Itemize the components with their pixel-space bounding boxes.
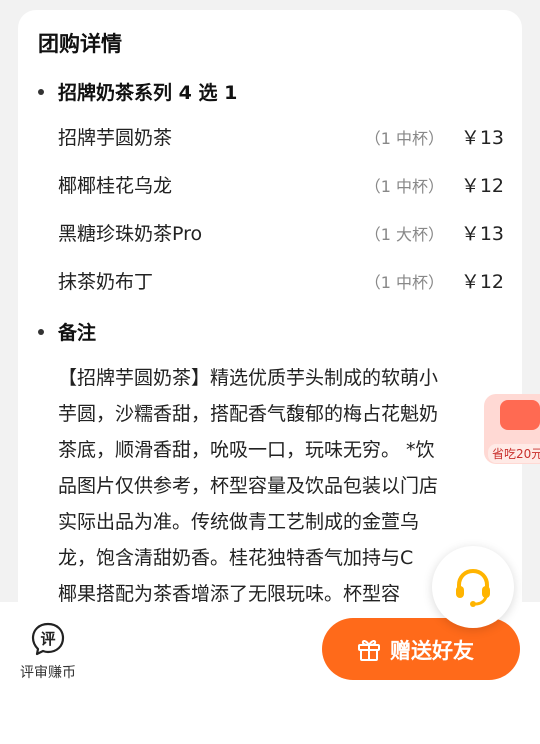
item-price: ￥13 bbox=[460, 127, 504, 149]
note-text: 【招牌芋圆奶茶】精选优质芋头制成的软萌小 芋圆，沙糯香甜，搭配香气馥郁的梅占花魁… bbox=[58, 360, 486, 612]
promo-text: 省吃20元 bbox=[488, 444, 540, 463]
item-quantity: （1 中杯） bbox=[364, 273, 444, 292]
list-item: 抹茶奶布丁 （1 中杯） ￥12 bbox=[58, 267, 504, 297]
set-heading-text: 招牌奶茶系列 4 选 1 bbox=[58, 82, 238, 104]
item-price: ￥12 bbox=[460, 271, 504, 293]
item-name: 抹茶奶布丁 bbox=[58, 271, 154, 293]
set-section-heading: 招牌奶茶系列 4 选 1 bbox=[38, 78, 237, 105]
item-price: ￥13 bbox=[460, 223, 504, 245]
note-line: 【招牌芋圆奶茶】精选优质芋头制成的软萌小 bbox=[58, 367, 439, 389]
item-name: 招牌芋圆奶茶 bbox=[58, 127, 173, 149]
item-quantity: （1 中杯） bbox=[364, 177, 444, 196]
review-earn-coins-button[interactable]: 评 评审赚币 bbox=[16, 622, 80, 682]
card-title: 团购详情 bbox=[38, 32, 122, 56]
promo-badge[interactable]: 省吃20元 bbox=[484, 394, 540, 464]
item-quantity: （1 中杯） bbox=[364, 129, 444, 148]
item-price: ￥12 bbox=[460, 175, 504, 197]
review-icon-glyph: 评 bbox=[40, 630, 55, 648]
red-envelope-icon bbox=[500, 400, 540, 430]
item-name: 椰椰桂花乌龙 bbox=[58, 175, 173, 197]
note-line: 茶底，顺滑香甜，吮吸一口，玩味无穷。 *饮 bbox=[58, 439, 435, 461]
item-name: 黑糖珍珠奶茶Pro bbox=[58, 223, 203, 245]
note-line: 实际出品为准。传统做青工艺制成的金萱乌 bbox=[58, 511, 420, 533]
chat-bubble-icon: 评 bbox=[31, 622, 65, 656]
review-label: 评审赚币 bbox=[20, 665, 76, 681]
note-line: 龙，饱含清甜奶香。桂花独特香气加持与C bbox=[58, 547, 414, 569]
note-line: 芋圆，沙糯香甜，搭配香气馥郁的梅占花魁奶 bbox=[58, 403, 439, 425]
gift-to-friend-button[interactable]: 赠送好友 bbox=[322, 618, 520, 680]
gift-icon bbox=[358, 639, 380, 661]
customer-service-button[interactable] bbox=[432, 546, 514, 628]
list-item: 黑糖珍珠奶茶Pro （1 大杯） ￥13 bbox=[58, 219, 504, 249]
note-heading-text: 备注 bbox=[58, 322, 97, 344]
headset-icon bbox=[456, 568, 490, 607]
bullet-dot bbox=[38, 329, 44, 335]
note-line: 品图片仅供参考，杯型容量及饮品包装以门店 bbox=[58, 475, 439, 497]
list-item: 招牌芋圆奶茶 （1 中杯） ￥13 bbox=[58, 123, 504, 153]
gift-button-label: 赠送好友 bbox=[390, 639, 474, 663]
bullet-dot bbox=[38, 89, 44, 95]
list-item: 椰椰桂花乌龙 （1 中杯） ￥12 bbox=[58, 171, 504, 201]
note-section-heading: 备注 bbox=[38, 318, 96, 345]
item-quantity: （1 大杯） bbox=[364, 225, 444, 244]
